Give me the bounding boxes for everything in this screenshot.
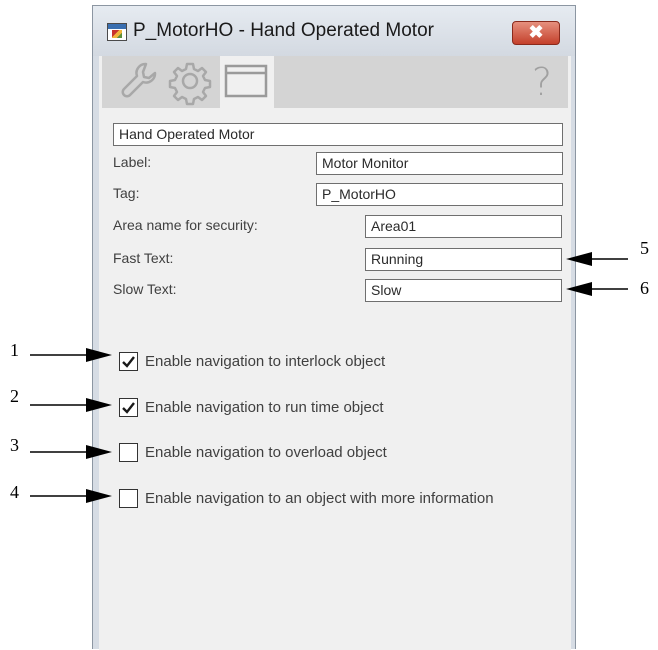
slow-text-field[interactable]: Slow bbox=[365, 279, 562, 302]
label-field[interactable]: Motor Monitor bbox=[316, 152, 563, 175]
window-title: P_MotorHO - Hand Operated Motor bbox=[133, 20, 434, 41]
help-icon[interactable]: ? bbox=[522, 56, 562, 108]
config-panel: ? Hand Operated Motor Label: Motor Monit… bbox=[99, 56, 571, 650]
interlock-checkbox-label: Enable navigation to interlock object bbox=[145, 353, 386, 370]
runtime-checkbox-label: Enable navigation to run time object bbox=[145, 399, 384, 416]
callout-arrow-1 bbox=[30, 348, 112, 362]
label-caption: Label: bbox=[113, 154, 152, 170]
tab-display[interactable] bbox=[220, 56, 274, 111]
fast-text-caption: Fast Text: bbox=[113, 250, 174, 266]
more-info-checkbox-label: Enable navigation to an object with more… bbox=[145, 490, 494, 507]
window-icon bbox=[224, 64, 268, 98]
tag-caption: Tag: bbox=[113, 185, 140, 201]
callout-2: 2 bbox=[10, 386, 19, 406]
callout-arrow-4 bbox=[30, 489, 112, 503]
check-icon bbox=[122, 402, 135, 414]
title-bar[interactable]: P_MotorHO - Hand Operated Motor ✖ bbox=[93, 6, 575, 56]
callout-4: 4 bbox=[10, 482, 19, 502]
tag-field[interactable]: P_MotorHO bbox=[316, 183, 563, 206]
callout-arrow-3 bbox=[30, 445, 112, 459]
wrench-icon[interactable] bbox=[116, 56, 160, 108]
gear-icon[interactable] bbox=[164, 56, 216, 108]
overload-checkbox[interactable] bbox=[119, 443, 138, 462]
more-info-checkbox[interactable] bbox=[119, 489, 138, 508]
callout-arrow-6 bbox=[566, 282, 628, 296]
callout-arrow-5 bbox=[566, 252, 628, 266]
callout-3: 3 bbox=[10, 435, 19, 455]
slow-text-caption: Slow Text: bbox=[113, 281, 177, 297]
callout-6: 6 bbox=[640, 278, 649, 298]
dialog-window: P_MotorHO - Hand Operated Motor ✖ ? Hand… bbox=[92, 5, 576, 650]
area-field[interactable]: Area01 bbox=[365, 215, 562, 238]
overload-checkbox-label: Enable navigation to overload object bbox=[145, 444, 387, 461]
area-caption: Area name for security: bbox=[113, 217, 258, 233]
app-icon bbox=[107, 23, 127, 41]
callout-5: 5 bbox=[640, 238, 649, 258]
close-button[interactable]: ✖ bbox=[512, 21, 560, 45]
check-icon bbox=[122, 356, 135, 368]
callout-1: 1 bbox=[10, 340, 19, 360]
description-field[interactable]: Hand Operated Motor bbox=[113, 123, 563, 146]
callout-arrow-2 bbox=[30, 398, 112, 412]
runtime-checkbox[interactable] bbox=[119, 398, 138, 417]
interlock-checkbox[interactable] bbox=[119, 352, 138, 371]
fast-text-field[interactable]: Running bbox=[365, 248, 562, 271]
toolbar: ? bbox=[102, 56, 568, 111]
